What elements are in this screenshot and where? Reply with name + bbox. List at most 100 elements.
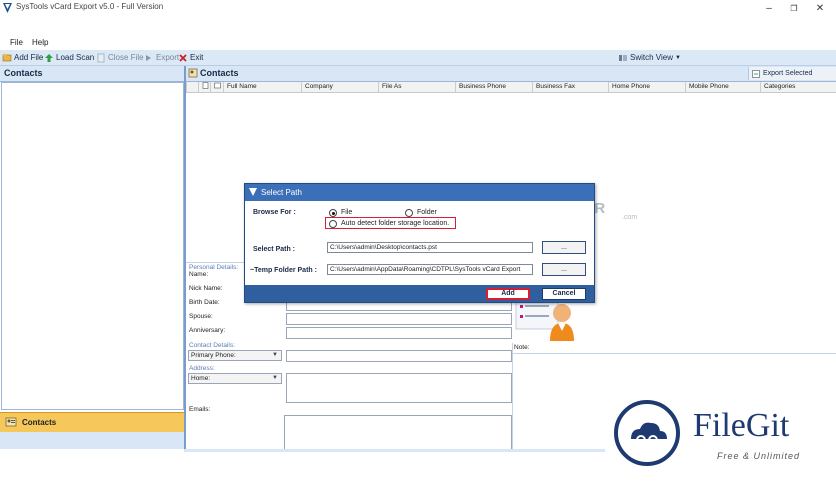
col-select[interactable] (186, 82, 198, 92)
primary-phone-value: Primary Phone: (191, 352, 236, 359)
filegit-logo-icon (614, 400, 680, 466)
spouse-field (286, 313, 512, 325)
exit-label: Exit (190, 53, 204, 62)
auto-detect-option[interactable]: Auto detect folder storage location. (325, 217, 456, 229)
load-scan-button[interactable]: Load Scan (44, 52, 94, 63)
menu-bar: File Help (0, 37, 836, 49)
birthdate-label: Birth Date: (189, 299, 220, 306)
left-pane-header: Contacts (0, 66, 184, 82)
filegit-wordmark: FileGit (693, 407, 790, 444)
switch-view-button[interactable]: Switch View ▼ (618, 52, 681, 63)
chevron-down-icon: ▼ (674, 54, 681, 61)
export-selected-icon (752, 69, 760, 78)
col-company[interactable]: Company (301, 82, 378, 92)
restore-button[interactable]: ❐ (782, 0, 806, 18)
window-title: SysTools vCard Export v5.0 - Full Versio… (16, 2, 164, 11)
primary-phone-select[interactable]: Primary Phone: ▼ (188, 350, 282, 361)
contacts-nav-button[interactable]: Contacts (0, 412, 184, 433)
folder-tree[interactable] (1, 82, 184, 410)
temp-folder-label: ~Temp Folder Path : (250, 267, 317, 274)
contact-details-heading: Contact Details: (189, 342, 235, 349)
left-pane-title: Contacts (4, 68, 43, 78)
load-scan-label: Load Scan (56, 53, 95, 62)
anniversary-label: Anniversary: (189, 327, 226, 334)
contacts-card-icon (5, 417, 17, 427)
contacts-title: Contacts (200, 68, 239, 78)
folder-radio-label: Folder (417, 209, 437, 216)
dialog-app-icon (249, 188, 257, 196)
file-radio-label: File (341, 209, 353, 216)
col-attachment[interactable] (198, 82, 210, 92)
load-scan-icon (45, 53, 53, 62)
export-arrow-icon (146, 54, 151, 61)
contacts-header: Contacts Export Selected (186, 66, 836, 82)
auto-detect-radio[interactable] (329, 219, 337, 228)
browse-for-label: Browse For : (253, 209, 296, 216)
app-logo-icon (3, 3, 12, 13)
name-label: Name: (189, 271, 209, 278)
dialog-body: Browse For : File Folder Auto detect fol… (245, 201, 594, 285)
filegit-watermark: FileGit Free & Unlimited (605, 393, 836, 484)
address-type-select[interactable]: Home: ▼ (188, 373, 282, 384)
close-file-icon (97, 53, 105, 62)
document-icon (202, 82, 209, 89)
anniversary-field (286, 327, 512, 339)
toolbar: Add File Load Scan Close File Export Exi… (0, 50, 836, 66)
spouse-label: Spouse: (189, 313, 213, 320)
menu-file[interactable]: File (10, 38, 23, 47)
add-file-label: Add File (14, 53, 44, 62)
switch-view-icon (619, 54, 627, 61)
primary-phone-field (286, 350, 512, 362)
col-business-fax[interactable]: Business Fax (532, 82, 608, 92)
contacts-header-icon (188, 68, 198, 78)
col-file-as[interactable]: File As (378, 82, 455, 92)
contact-card-small-icon (214, 82, 221, 89)
col-mobile-phone[interactable]: Mobile Phone (685, 82, 760, 92)
minimize-button[interactable]: – (757, 0, 781, 18)
col-business-phone[interactable]: Business Phone (455, 82, 532, 92)
select-path-browse-button[interactable]: ... (542, 241, 586, 254)
temp-folder-browse-button[interactable]: ... (542, 263, 586, 276)
close-file-button[interactable]: Close File (96, 52, 144, 63)
cancel-button[interactable]: Cancel (542, 288, 586, 300)
select-path-dialog: Select Path Browse For : File Folder Aut… (244, 183, 595, 303)
personal-details-heading: Personal Details: (189, 264, 239, 271)
add-button[interactable]: Add (486, 288, 530, 300)
title-bar: SysTools vCard Export v5.0 - Full Versio… (0, 0, 836, 34)
contacts-nav-label: Contacts (22, 418, 57, 427)
chevron-down-icon: ▼ (272, 352, 278, 358)
export-button[interactable]: Export (144, 52, 179, 63)
close-window-button[interactable]: ✕ (808, 0, 832, 18)
col-full-name[interactable]: Full Name (223, 82, 301, 92)
temp-folder-input[interactable]: C:\Users\admin\AppData\Roaming\CDTPL\Sys… (327, 264, 533, 275)
col-home-phone[interactable]: Home Phone (608, 82, 685, 92)
chevron-down-icon: ▼ (272, 375, 278, 381)
address-type-value: Home: (191, 375, 211, 382)
address-heading: Address: (189, 365, 215, 372)
emails-field (284, 415, 512, 451)
col-type[interactable] (210, 82, 222, 92)
left-pane-footer (0, 432, 184, 449)
dialog-footer: Add Cancel (245, 285, 594, 302)
filecr-watermark-suffix: .com (622, 214, 638, 221)
close-file-label: Close File (108, 53, 144, 62)
dialog-title: Select Path (261, 188, 302, 197)
exit-button[interactable]: Exit (178, 52, 203, 63)
left-pane: Contacts ..... Contacts (0, 66, 186, 449)
filegit-tagline: Free & Unlimited (717, 451, 801, 461)
exit-x-icon (179, 53, 187, 62)
add-file-button[interactable]: Add File (2, 52, 43, 63)
address-field (286, 373, 512, 403)
export-selected-button[interactable]: Export Selected (748, 67, 836, 80)
file-radio[interactable] (329, 209, 337, 217)
auto-detect-label: Auto detect folder storage location. (341, 219, 450, 227)
select-path-input[interactable]: C:\Users\admin\Desktop\contacts.pst (327, 242, 533, 253)
col-categories[interactable]: Categories (760, 82, 836, 92)
grid-header: Full Name Company File As Business Phone… (186, 82, 836, 93)
menu-help[interactable]: Help (32, 38, 48, 47)
folder-radio[interactable] (405, 209, 413, 217)
add-file-icon (2, 53, 12, 61)
export-selected-label: Export Selected (763, 70, 813, 77)
export-label: Export (156, 53, 180, 62)
select-path-label: Select Path : (253, 246, 296, 253)
